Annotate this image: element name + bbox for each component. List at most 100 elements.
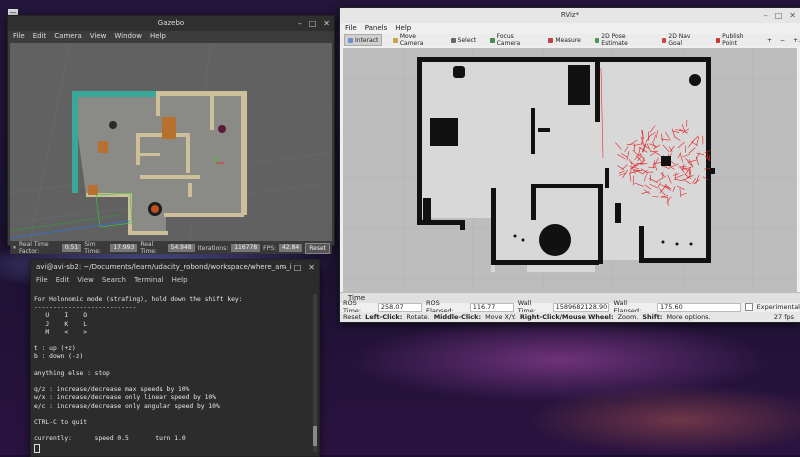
menu-view[interactable]: View [77,275,94,286]
terminal-line: CTRL-C to quit [34,419,309,427]
terminal-line: t : up (+z) [34,345,309,353]
tool-focus-camera[interactable]: Focus Camera [487,35,537,45]
close-icon[interactable]: ✕ [308,260,315,275]
rviz-window: RViz* –□✕ File Panels Help Interact Move… [339,7,800,323]
minimize-icon[interactable]: – [298,16,302,31]
gazebo-window: Gazebo –□✕ File Edit Camera View Window … [7,15,335,246]
gazebo-scene [10,43,332,241]
terminal-line: ​ [34,362,309,370]
real-time-label: Real Time: [140,241,164,255]
tool-interact[interactable]: Interact [344,34,382,46]
rviz-titlebar[interactable]: RViz* –□ ✕ [340,8,800,23]
terminal-line: ​ [34,337,309,345]
terminal-line: ​ [34,411,309,419]
menu-help[interactable]: Help [172,275,188,286]
menu-window[interactable]: Window [114,31,142,42]
menu-file[interactable]: File [345,23,357,34]
close-icon[interactable]: ✕ [789,8,796,23]
rtf-value: 0.51 [62,244,81,252]
menu-edit[interactable]: Edit [56,275,70,286]
focus-camera-icon [490,38,494,43]
experimental-checkbox[interactable] [745,303,752,311]
menu-panels[interactable]: Panels [365,23,388,34]
gazebo-title: Gazebo [158,19,184,27]
close-icon[interactable]: ✕ [323,16,330,31]
sim-time-value: 17.993 [110,244,137,252]
terminal-titlebar[interactable]: avi@avi-sb2: ~/Documents/learn/udacity_r… [31,260,319,275]
terminal-line: U I O [34,312,309,320]
real-time-value: 54.948 [168,244,195,252]
terminal-line: ​ [34,378,309,386]
interact-icon [348,38,353,43]
tool-select[interactable]: Select [448,35,480,45]
fps-value: 42.84 [279,244,302,252]
menu-file[interactable]: File [36,275,48,286]
experimental-label: Experimental [757,303,800,311]
terminal-menubar: File Edit View Search Terminal Help [31,275,319,286]
menu-help[interactable]: Help [150,31,166,42]
rviz-toolbar: Interact Move Camera Select Focus Camera… [340,34,800,46]
maximize-icon[interactable]: □ [309,16,317,31]
terminal-line: M < > [34,329,309,337]
iterations-label: Iterations: [198,245,229,252]
tool-measure[interactable]: Measure [545,35,584,45]
tool-2d-pose-estimate[interactable]: 2D Pose Estimate [592,35,651,45]
ros-elapsed-value: 116.77 [470,303,514,312]
reset-button[interactable]: Reset [343,312,361,322]
menu-edit[interactable]: Edit [33,31,47,42]
terminal-line: e/c : increase/decrease only angular spe… [34,403,309,411]
wall-time-value: 1589682128.90 [553,303,610,312]
rviz-title: RViz* [561,11,579,19]
menu-view[interactable]: View [90,31,107,42]
terminal-line: w/x : increase/decrease only linear spee… [34,394,309,402]
reset-button[interactable]: Reset [305,243,330,254]
measure-icon [548,38,553,43]
gazebo-titlebar[interactable]: Gazebo –□ ✕ [8,16,334,31]
minimize-icon[interactable]: – [283,260,287,275]
terminal-scrollbar[interactable] [313,294,317,452]
terminal-line: q/z : increase/decrease max speeds by 10… [34,386,309,394]
scrollbar-thumb[interactable] [313,426,317,446]
select-icon [451,38,456,43]
play-pause-icon[interactable]: ⏸ [13,244,16,252]
publish-point-icon [716,38,720,43]
rviz-3d-viewport[interactable] [343,48,797,295]
tool-2d-nav-goal[interactable]: 2D Nav Goal [659,35,705,45]
wall-elapsed-value: 175.60 [657,303,741,312]
maximize-icon[interactable]: □ [775,8,783,23]
menu-file[interactable]: File [13,31,25,42]
tool-move-camera[interactable]: Move Camera [390,35,439,45]
terminal-output[interactable]: For Holonomic mode (strafing), hold down… [31,290,309,456]
rtf-label: Real Time Factor: [19,241,59,255]
minimize-icon[interactable]: – [764,8,768,23]
terminal-line: currently: speed 0.5 turn 1.0 [34,435,309,443]
add-tool-icon[interactable]: + [767,37,772,44]
time-panel: ROS Time: 258.07 ROS Elapsed: 116.77 Wal… [340,302,800,312]
tool-publish-point[interactable]: Publish Point [713,35,759,45]
terminal-line: anything else : stop [34,370,309,378]
remove-tool-icon[interactable]: − [780,37,785,44]
menu-camera[interactable]: Camera [54,31,81,42]
move-camera-icon [393,38,397,43]
terminal-line: --------------------------- [34,304,309,312]
fps-readout: 27 fps [774,312,794,322]
terminal-line: J K L [34,321,309,329]
terminal-line: For Holonomic mode (strafing), hold down… [34,296,309,304]
gazebo-statusbar: ⏸ Real Time Factor: 0.51 Sim Time: 17.99… [10,242,332,254]
gazebo-3d-viewport[interactable] [10,43,332,241]
sim-time-label: Sim Time: [84,241,107,255]
terminal-window: avi@avi-sb2: ~/Documents/learn/udacity_r… [30,259,320,457]
ros-time-value: 258.07 [378,303,422,312]
pose-estimate-icon [595,38,599,43]
terminal-cursor [34,444,40,453]
terminal-line: ​ [34,427,309,435]
menu-terminal[interactable]: Terminal [134,275,164,286]
nav-goal-icon [662,38,666,43]
terminal-title: avi@avi-sb2: ~/Documents/learn/udacity_r… [36,263,292,271]
map-display [343,48,797,295]
rviz-statusbar: Reset Left-Click:Rotate. Middle-Click:Mo… [340,312,800,322]
maximize-icon[interactable]: □ [294,260,302,275]
terminal-line: b : down (-z) [34,353,309,361]
menu-search[interactable]: Search [102,275,126,286]
tool-properties-icon[interactable]: +. [793,37,800,44]
